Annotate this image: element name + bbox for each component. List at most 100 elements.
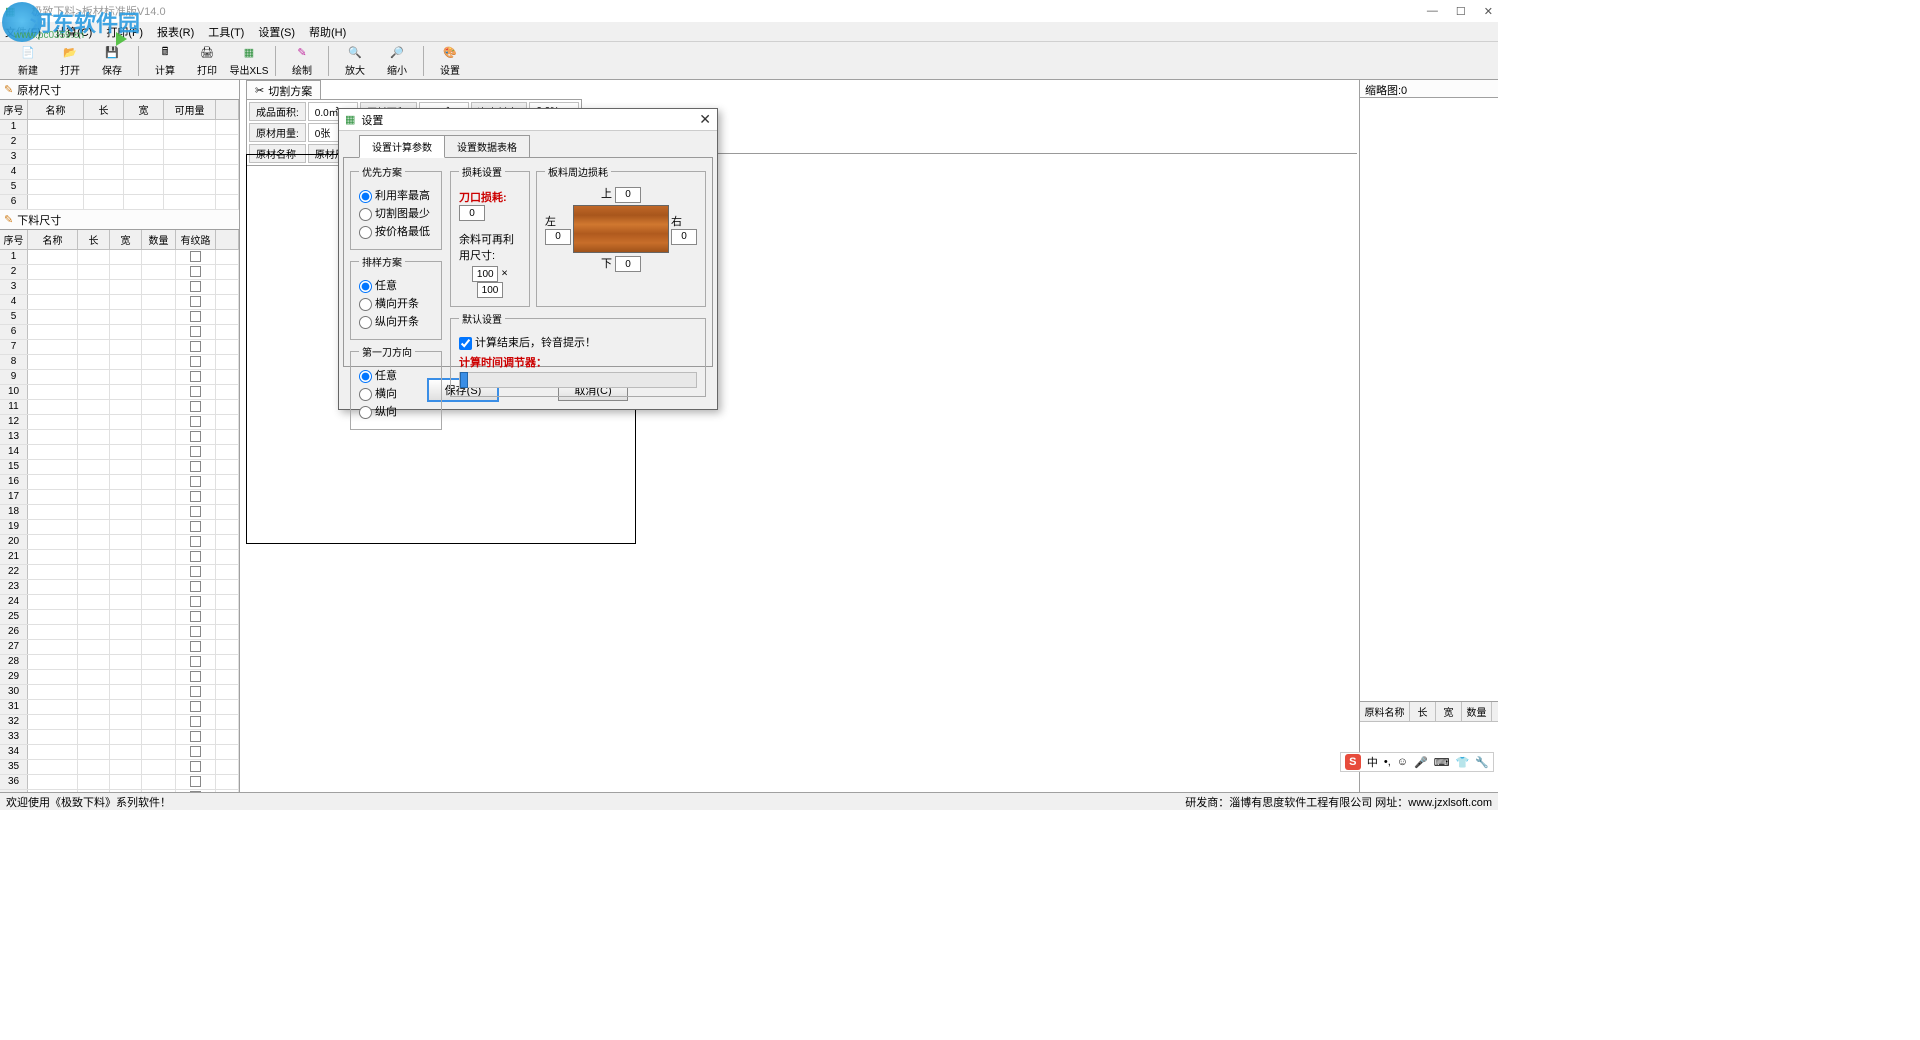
table-row[interactable]: 31 bbox=[0, 700, 239, 715]
reuse-l-input[interactable] bbox=[472, 266, 498, 282]
grain-checkbox[interactable] bbox=[190, 431, 201, 442]
grain-checkbox[interactable] bbox=[190, 401, 201, 412]
table-row[interactable]: 3 bbox=[0, 150, 239, 165]
beep-checkbox[interactable]: 计算结束后，铃音提示！ bbox=[459, 334, 697, 350]
grain-checkbox[interactable] bbox=[190, 716, 201, 727]
grain-checkbox[interactable] bbox=[190, 281, 201, 292]
reuse-r-input[interactable] bbox=[477, 282, 503, 298]
ime-tool-icon[interactable]: 🔧 bbox=[1475, 756, 1489, 769]
table-row[interactable]: 3 bbox=[0, 280, 239, 295]
opt-layout-horiz[interactable]: 横向开条 bbox=[359, 295, 433, 311]
raw-size-grid[interactable]: 序号 名称 长 宽 可用量 123456 bbox=[0, 100, 239, 210]
time-slider[interactable] bbox=[459, 372, 697, 388]
table-row[interactable]: 37 bbox=[0, 790, 239, 792]
table-row[interactable]: 19 bbox=[0, 520, 239, 535]
opt-layout-any[interactable]: 任意 bbox=[359, 277, 433, 293]
table-row[interactable]: 36 bbox=[0, 775, 239, 790]
menu-print[interactable]: 打印(P) bbox=[106, 24, 143, 40]
grain-checkbox[interactable] bbox=[190, 341, 201, 352]
table-row[interactable]: 6 bbox=[0, 325, 239, 340]
opt-cuts-min[interactable]: 切割图最少 bbox=[359, 205, 433, 221]
cut-size-grid[interactable]: 序号 名称 长 宽 数量 有纹路 12345678910111213141516… bbox=[0, 230, 239, 792]
maximize-button[interactable]: ☐ bbox=[1456, 5, 1466, 18]
table-row[interactable]: 13 bbox=[0, 430, 239, 445]
table-row[interactable]: 6 bbox=[0, 195, 239, 210]
table-row[interactable]: 30 bbox=[0, 685, 239, 700]
close-button[interactable]: ✕ bbox=[1484, 5, 1493, 18]
edge-top-input[interactable] bbox=[615, 187, 641, 203]
opt-first-vert[interactable]: 纵向 bbox=[359, 403, 433, 419]
menu-file[interactable]: 文件(F) bbox=[5, 24, 41, 40]
print-button[interactable]: 🖨打印 bbox=[187, 44, 227, 78]
ime-skin-icon[interactable]: 👕 bbox=[1456, 756, 1470, 769]
grain-checkbox[interactable] bbox=[190, 386, 201, 397]
table-row[interactable]: 17 bbox=[0, 490, 239, 505]
zoomin-button[interactable]: 🔍放大 bbox=[335, 44, 375, 78]
new-button[interactable]: 📄新建 bbox=[8, 44, 48, 78]
zoomout-button[interactable]: 🔎缩小 bbox=[377, 44, 417, 78]
table-row[interactable]: 26 bbox=[0, 625, 239, 640]
dialog-titlebar[interactable]: ▦ 设置 ✕ bbox=[339, 109, 717, 131]
tab-data-table[interactable]: 设置数据表格 bbox=[444, 135, 530, 158]
table-row[interactable]: 35 bbox=[0, 760, 239, 775]
settings-button[interactable]: 🎨设置 bbox=[430, 44, 470, 78]
grain-checkbox[interactable] bbox=[190, 551, 201, 562]
grain-checkbox[interactable] bbox=[190, 476, 201, 487]
grain-checkbox[interactable] bbox=[190, 491, 201, 502]
table-row[interactable]: 21 bbox=[0, 550, 239, 565]
menu-report[interactable]: 报表(R) bbox=[157, 24, 194, 40]
ime-mic-icon[interactable]: 🎤 bbox=[1414, 756, 1428, 769]
table-row[interactable]: 34 bbox=[0, 745, 239, 760]
table-row[interactable]: 1 bbox=[0, 120, 239, 135]
menu-help[interactable]: 帮助(H) bbox=[309, 24, 346, 40]
grain-checkbox[interactable] bbox=[190, 311, 201, 322]
grain-checkbox[interactable] bbox=[190, 251, 201, 262]
opt-layout-vert[interactable]: 纵向开条 bbox=[359, 313, 433, 329]
menu-tool[interactable]: 工具(T) bbox=[208, 24, 244, 40]
table-row[interactable]: 5 bbox=[0, 310, 239, 325]
table-row[interactable]: 20 bbox=[0, 535, 239, 550]
table-row[interactable]: 4 bbox=[0, 295, 239, 310]
grain-checkbox[interactable] bbox=[190, 356, 201, 367]
material-summary-grid[interactable]: 原料名称 长 宽 数量 bbox=[1360, 701, 1498, 792]
minimize-button[interactable]: — bbox=[1427, 5, 1438, 18]
table-row[interactable]: 22 bbox=[0, 565, 239, 580]
table-row[interactable]: 24 bbox=[0, 595, 239, 610]
grain-checkbox[interactable] bbox=[190, 266, 201, 277]
grain-checkbox[interactable] bbox=[190, 761, 201, 772]
grain-checkbox[interactable] bbox=[190, 746, 201, 757]
ime-keyboard-icon[interactable]: ⌨ bbox=[1434, 756, 1450, 769]
grain-checkbox[interactable] bbox=[190, 626, 201, 637]
grain-checkbox[interactable] bbox=[190, 791, 201, 792]
table-row[interactable]: 4 bbox=[0, 165, 239, 180]
opt-first-horiz[interactable]: 横向 bbox=[359, 385, 433, 401]
edge-bottom-input[interactable] bbox=[615, 256, 641, 272]
ime-punct-icon[interactable]: •, bbox=[1384, 756, 1391, 768]
sogou-icon[interactable]: S bbox=[1345, 754, 1361, 770]
grain-checkbox[interactable] bbox=[190, 326, 201, 337]
grain-checkbox[interactable] bbox=[190, 506, 201, 517]
kerf-input[interactable] bbox=[459, 205, 485, 221]
table-row[interactable]: 10 bbox=[0, 385, 239, 400]
table-row[interactable]: 25 bbox=[0, 610, 239, 625]
grain-checkbox[interactable] bbox=[190, 611, 201, 622]
grain-checkbox[interactable] bbox=[190, 566, 201, 577]
menu-calc[interactable]: 计算(C) bbox=[55, 24, 92, 40]
opt-util-high[interactable]: 利用率最高 bbox=[359, 187, 433, 203]
table-row[interactable]: 7 bbox=[0, 340, 239, 355]
table-row[interactable]: 18 bbox=[0, 505, 239, 520]
ime-toolbar[interactable]: S 中 •, ☺ 🎤 ⌨ 👕 🔧 bbox=[1340, 752, 1494, 772]
grain-checkbox[interactable] bbox=[190, 521, 201, 532]
table-row[interactable]: 9 bbox=[0, 370, 239, 385]
tab-calc-params[interactable]: 设置计算参数 bbox=[359, 135, 445, 158]
ime-lang[interactable]: 中 bbox=[1367, 754, 1378, 770]
grain-checkbox[interactable] bbox=[190, 686, 201, 697]
table-row[interactable]: 29 bbox=[0, 670, 239, 685]
open-button[interactable]: 📂打开 bbox=[50, 44, 90, 78]
grain-checkbox[interactable] bbox=[190, 641, 201, 652]
grain-checkbox[interactable] bbox=[190, 581, 201, 592]
grain-checkbox[interactable] bbox=[190, 656, 201, 667]
table-row[interactable]: 15 bbox=[0, 460, 239, 475]
table-row[interactable]: 33 bbox=[0, 730, 239, 745]
table-row[interactable]: 32 bbox=[0, 715, 239, 730]
